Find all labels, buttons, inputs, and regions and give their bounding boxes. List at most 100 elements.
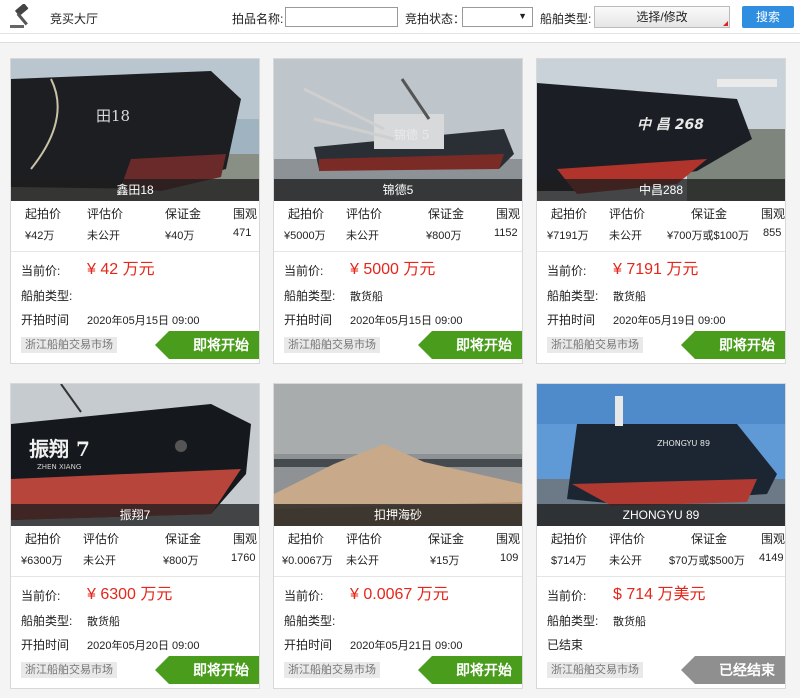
status-badge[interactable]: 即将开始 [418,331,522,359]
deposit-header: 保证金 [691,532,728,546]
chevron-down-icon: ▼ [518,11,527,21]
start-time-label: 开拍时间 [284,313,333,327]
deposit-value: ¥40万 [165,230,195,242]
svg-text:振翔 7: 振翔 7 [29,437,90,461]
divider [274,251,522,252]
status-badge[interactable]: 即将开始 [418,656,522,684]
views-value: 109 [500,552,519,564]
ship-type-label: 船舶类型: [284,614,336,628]
deposit-header: 保证金 [165,207,202,221]
start-time-value: 2020年05月15日 09:00 [350,315,463,327]
current-price: ¥ 42 万元 [87,261,155,278]
estimate-header: 评估价 [609,207,646,221]
auction-card[interactable]: 中 昌 268 中昌288 起拍价 评估价 保证金 围观 ¥7191万 未公开 … [536,58,786,364]
start-price-value: ¥6300万 [21,555,63,567]
start-price-header: 起拍价 [25,532,62,546]
item-name-input[interactable] [285,7,398,27]
estimate-value: 未公开 [83,555,116,567]
ship-type-label: 船舶类型: [547,289,599,303]
start-time-label: 开拍时间 [547,313,596,327]
start-time-value: 2020年05月15日 09:00 [87,315,200,327]
market-tag: 浙江船舶交易市场 [21,662,117,678]
svg-text:锦德 5: 锦德 5 [394,127,429,142]
views-header: 围观 [761,207,786,221]
divider [11,576,259,577]
auction-card[interactable]: 振翔 7 ZHEN XIANG 振翔7 起拍价 评估价 保证金 围观 ¥6300… [10,383,260,689]
deposit-value: ¥800万 [426,230,462,242]
current-price: ¥ 6300 万元 [87,586,173,603]
ship-name-caption: 振翔7 [11,504,259,526]
current-price-label: 当前价: [284,264,324,278]
ship-name-caption: 扣押海砂 [274,504,522,526]
start-price-header: 起拍价 [551,207,588,221]
start-time-label: 开拍时间 [21,313,70,327]
deposit-value: ¥700万或$100万 [667,230,749,242]
current-price: $ 714 万美元 [613,586,706,603]
status-badge[interactable]: 已经结束 [681,656,785,684]
estimate-header: 评估价 [83,532,120,546]
estimate-header: 评估价 [346,207,383,221]
start-price-value: ¥42万 [25,230,55,242]
ship-type-value: 散货船 [613,616,646,628]
views-value: 1152 [494,227,518,239]
search-button[interactable]: 搜索 [742,6,794,28]
views-header: 围观 [761,532,786,546]
ship-type-label: 船舶类型: [540,12,592,26]
start-price-header: 起拍价 [288,532,325,546]
item-name-label: 拍品名称: [232,12,284,26]
estimate-header: 评估价 [609,532,646,546]
ship-type-label: 船舶类型: [21,614,73,628]
svg-text:田18: 田18 [96,107,130,125]
ship-type-label: 船舶类型: [547,614,599,628]
views-value: 1760 [231,552,256,564]
estimate-value: 未公开 [346,555,379,567]
auction-card[interactable]: ZHONGYU 89 ZHONGYU 89 起拍价 评估价 保证金 围观 $71… [536,383,786,689]
divider [537,251,785,252]
current-price: ¥ 7191 万元 [613,261,699,278]
auction-card[interactable]: 田18 鑫田18 起拍价 评估价 保证金 围观 ¥42万 未公开 ¥40万 47… [10,58,260,364]
estimate-value: 未公开 [87,230,120,242]
ship-type-value: 散货船 [350,291,383,303]
start-price-header: 起拍价 [551,532,588,546]
current-price-label: 当前价: [21,264,61,278]
market-tag: 浙江船舶交易市场 [284,662,380,678]
views-header: 围观 [233,207,258,221]
auction-hammer-icon [10,4,29,28]
views-value: 4149 [759,552,784,564]
start-price-header: 起拍价 [288,207,325,221]
corner-triangle-icon [723,21,728,26]
ship-name-caption: 鑫田18 [11,179,259,201]
start-time-label: 开拍时间 [21,638,70,652]
estimate-header: 评估价 [346,532,383,546]
ship-name-caption: 锦德5 [274,179,522,201]
estimate-header: 评估价 [87,207,124,221]
market-tag: 浙江船舶交易市场 [284,337,380,353]
views-header: 围观 [496,207,521,221]
deposit-header: 保证金 [428,207,465,221]
auction-card[interactable]: 扣押海砂 起拍价 评估价 保证金 围观 ¥0.0067万 未公开 ¥15万 10… [273,383,523,689]
start-price-value: ¥5000万 [284,230,326,242]
market-tag: 浙江船舶交易市场 [547,662,643,678]
ship-type-value: 散货船 [87,616,120,628]
page-title: 竞买大厅 [50,12,99,26]
choose-modify-button[interactable]: 选择/修改 [594,6,730,28]
views-value: 855 [763,227,782,239]
ship-name-caption: 中昌288 [537,179,785,201]
start-time-value: 2020年05月20日 09:00 [87,640,200,652]
top-bar: 竞买大厅 拍品名称: 竞拍状态： ▼ 船舶类型: 选择/修改 搜索 [0,0,800,34]
views-header: 围观 [496,532,521,546]
divider [11,251,259,252]
ship-type-value: 散货船 [613,291,646,303]
ended-status-text: 已结束 [547,638,584,652]
start-price-value: $714万 [551,555,587,567]
market-tag: 浙江船舶交易市场 [21,337,117,353]
status-badge[interactable]: 即将开始 [155,331,259,359]
auction-list: 田18 鑫田18 起拍价 评估价 保证金 围观 ¥42万 未公开 ¥40万 47… [0,42,800,698]
status-badge[interactable]: 即将开始 [155,656,259,684]
estimate-value: 未公开 [609,230,642,242]
auction-card[interactable]: 锦德 5 锦德5 起拍价 评估价 保证金 围观 ¥5000万 未公开 ¥800万… [273,58,523,364]
status-badge[interactable]: 即将开始 [681,331,785,359]
auction-status-select[interactable]: ▼ [462,7,533,27]
svg-text:ZHONGYU 89: ZHONGYU 89 [657,439,710,448]
svg-text:ZHEN XIANG: ZHEN XIANG [37,463,81,471]
